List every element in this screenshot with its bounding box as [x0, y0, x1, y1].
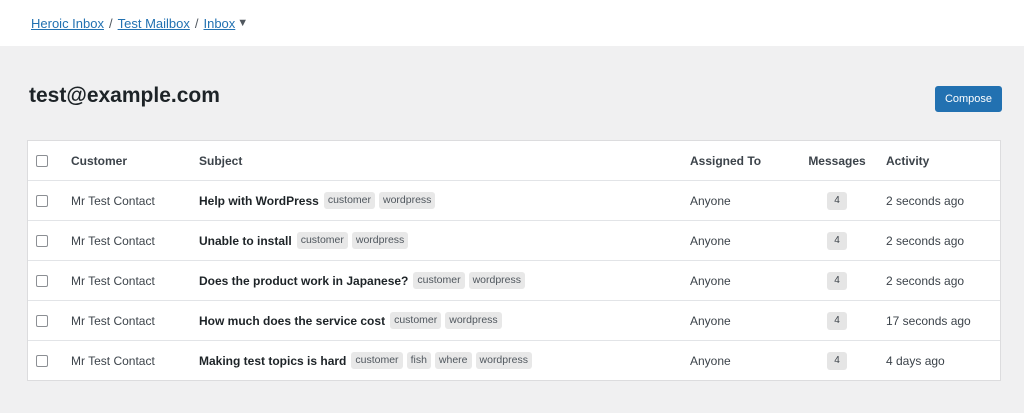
tag-badge[interactable]: customer [413, 272, 465, 289]
table-row[interactable]: Mr Test Contact Help with WordPress cust… [28, 181, 1000, 221]
customer-name: Mr Test Contact [71, 353, 155, 368]
subject-cell: Help with WordPress customer wordpress [199, 181, 439, 220]
column-header-customer[interactable]: Customer [71, 141, 127, 180]
tag-badge[interactable]: wordpress [379, 192, 436, 209]
activity-time: 2 seconds ago [886, 233, 965, 248]
subject-link[interactable]: Unable to install [199, 234, 292, 248]
tag-badge[interactable]: customer [296, 232, 348, 249]
table-row[interactable]: Mr Test Contact How much does the servic… [28, 301, 1000, 341]
customer-name: Mr Test Contact [71, 313, 155, 328]
message-count-badge: 4 [827, 271, 847, 290]
subject-link[interactable]: Does the product work in Japanese? [199, 274, 408, 288]
breadcrumb: Heroic Inbox / Test Mailbox / Inbox ▼ [0, 0, 1024, 46]
tag-badge[interactable]: wordpress [445, 312, 502, 329]
breadcrumb-link-test-mailbox[interactable]: Test Mailbox [118, 16, 190, 31]
breadcrumb-link-inbox[interactable]: Inbox [203, 16, 235, 31]
activity-time: 2 seconds ago [886, 193, 965, 208]
row-checkbox[interactable] [36, 194, 48, 207]
row-checkbox[interactable] [36, 354, 48, 367]
assigned-to: Anyone [690, 273, 731, 288]
breadcrumb-link-heroic-inbox[interactable]: Heroic Inbox [31, 16, 104, 31]
column-header-subject[interactable]: Subject [199, 141, 242, 180]
breadcrumb-separator: / [108, 15, 113, 31]
subject-link[interactable]: Help with WordPress [199, 194, 319, 208]
compose-button[interactable]: Compose [935, 86, 1002, 112]
customer-name: Mr Test Contact [71, 193, 155, 208]
assigned-to: Anyone [690, 193, 731, 208]
page-header: test@example.com Compose [0, 46, 1024, 140]
table-row[interactable]: Mr Test Contact Does the product work in… [28, 261, 1000, 301]
customer-name: Mr Test Contact [71, 273, 155, 288]
activity-time: 2 seconds ago [886, 273, 965, 288]
tag-badge[interactable]: where [434, 352, 472, 369]
message-count-badge: 4 [827, 311, 847, 330]
message-count-badge: 4 [827, 231, 847, 250]
assigned-to: Anyone [690, 353, 731, 368]
column-header-messages[interactable]: Messages [801, 141, 873, 180]
assigned-to: Anyone [690, 233, 731, 248]
row-checkbox[interactable] [36, 234, 48, 247]
conversation-table: Customer Subject Assigned To Messages Ac… [27, 140, 1001, 381]
tag-badge[interactable]: wordpress [351, 232, 409, 249]
breadcrumb-separator: / [194, 15, 199, 31]
activity-time: 4 days ago [886, 353, 945, 368]
subject-cell: Making test topics is hard customer fish w… [199, 341, 536, 380]
row-checkbox[interactable] [36, 274, 48, 287]
tag-badge[interactable]: customer [323, 192, 375, 209]
subject-cell: Does the product work in Japanese? custo… [199, 261, 529, 300]
tag-badge[interactable]: fish [406, 352, 431, 369]
subject-link[interactable]: Making test topics is hard [199, 354, 346, 368]
message-count-badge: 4 [827, 191, 847, 210]
row-checkbox[interactable] [36, 314, 48, 327]
select-all-checkbox[interactable] [36, 154, 48, 167]
table-row[interactable]: Mr Test Contact Making test topics is ha… [28, 341, 1000, 380]
tag-badge[interactable]: customer [351, 352, 403, 369]
table-row[interactable]: Mr Test Contact Unable to install custom… [28, 221, 1000, 261]
tag-badge[interactable]: wordpress [475, 352, 532, 369]
assigned-to: Anyone [690, 313, 731, 328]
column-header-activity[interactable]: Activity [886, 141, 929, 180]
activity-time: 17 seconds ago [886, 313, 971, 328]
subject-cell: How much does the service cost customer w… [199, 301, 506, 340]
tag-badge[interactable]: wordpress [468, 272, 526, 289]
table-header-row: Customer Subject Assigned To Messages Ac… [28, 141, 1000, 181]
customer-name: Mr Test Contact [71, 233, 155, 248]
page-title: test@example.com [29, 84, 220, 107]
subject-cell: Unable to install customer wordpress [199, 221, 412, 260]
tag-badge[interactable]: customer [390, 312, 442, 329]
chevron-down-icon[interactable]: ▼ [237, 17, 248, 29]
column-header-assigned-to[interactable]: Assigned To [690, 141, 761, 180]
message-count-badge: 4 [827, 351, 847, 370]
subject-link[interactable]: How much does the service cost [199, 314, 385, 328]
